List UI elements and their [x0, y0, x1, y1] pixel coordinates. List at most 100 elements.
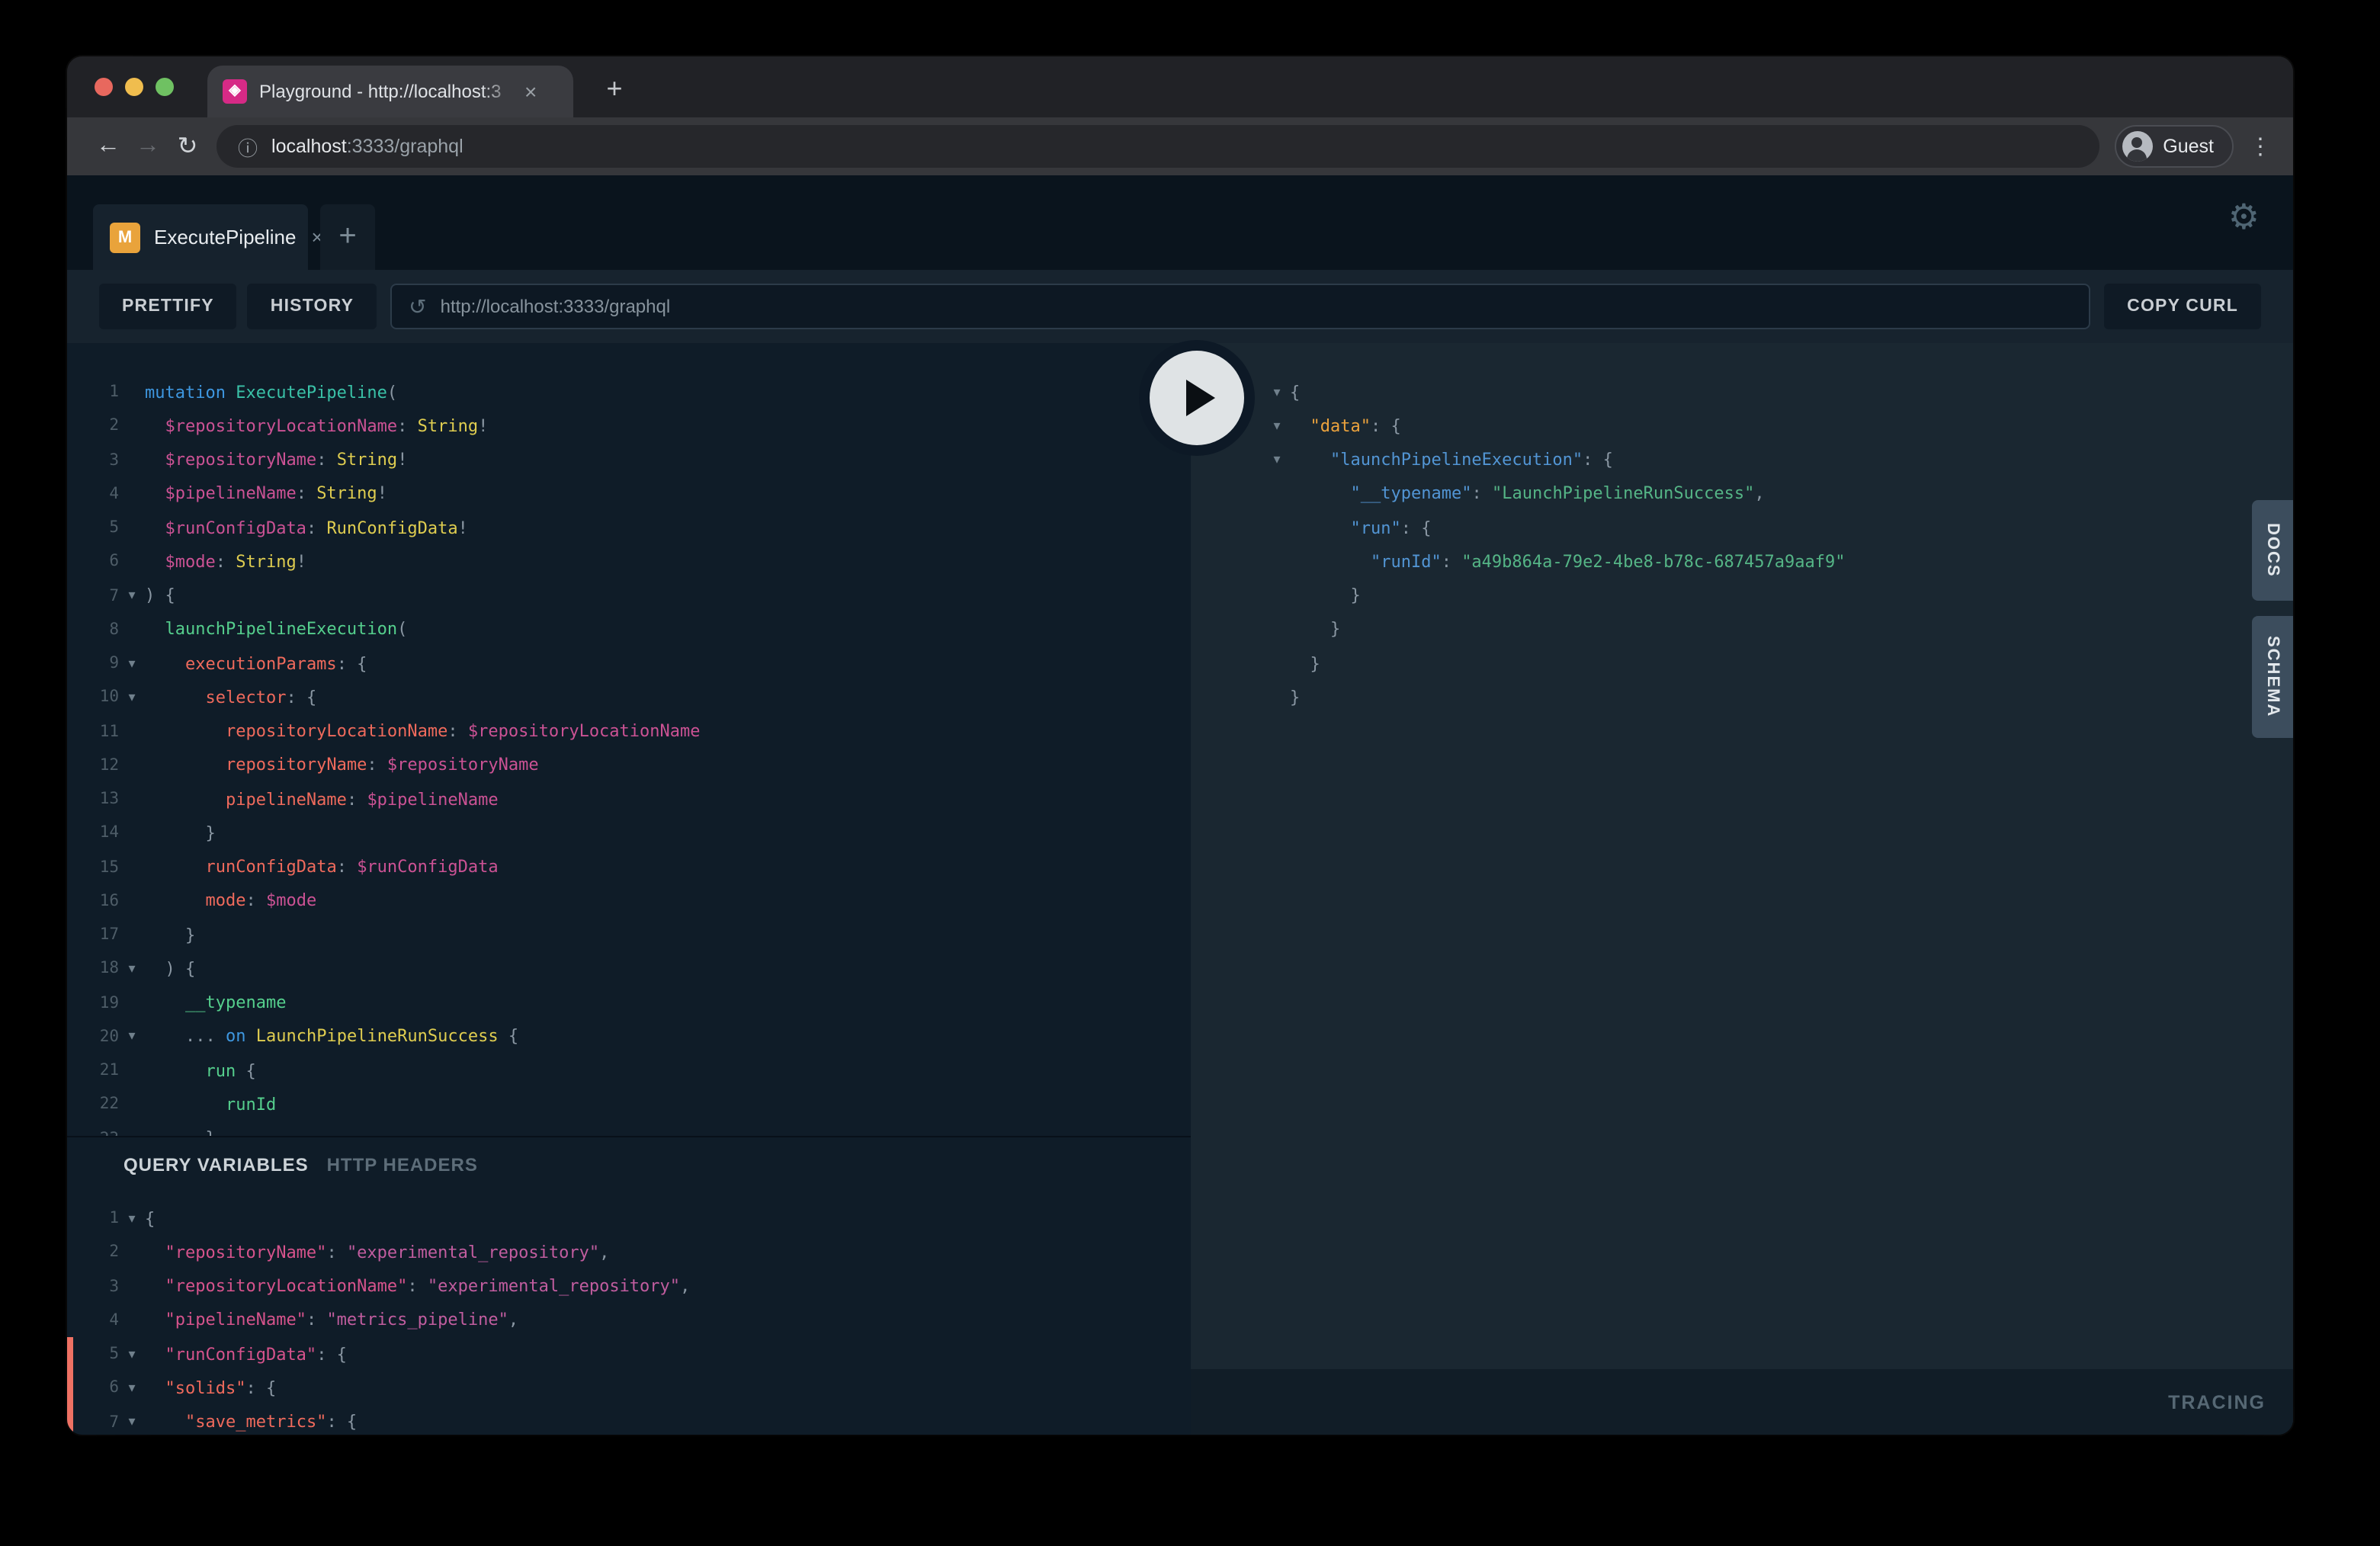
line-number: 5 — [73, 1345, 119, 1363]
gutter-spacer — [67, 1236, 73, 1270]
code-text: "runConfigData": { — [145, 1344, 347, 1364]
code-line: 5▾ "runConfigData": { — [67, 1337, 1191, 1371]
prettify-button[interactable]: PRETTIFY — [99, 284, 237, 329]
fold-toggle-icon[interactable]: ▾ — [119, 961, 145, 977]
line-number: 5 — [73, 518, 119, 537]
code-line: 1mutation ExecutePipeline( — [67, 375, 1191, 409]
code-line: 16 mode: $mode — [67, 884, 1191, 919]
gutter-spacer — [67, 1201, 73, 1236]
gutter-spacer — [67, 443, 73, 477]
gutter-spacer — [67, 511, 73, 545]
line-number: 3 — [73, 451, 119, 469]
code-text: "run": { — [1290, 518, 1432, 537]
address-url: localhost:3333/graphql — [271, 136, 463, 157]
execute-button[interactable] — [1150, 351, 1244, 445]
session-tab[interactable]: M ExecutePipeline × — [93, 204, 308, 270]
mutation-badge: M — [110, 222, 140, 252]
code-line: 19 __typename — [67, 986, 1191, 1020]
code-line: 11 repositoryLocationName: $repositoryLo… — [67, 714, 1191, 749]
line-number: 11 — [73, 722, 119, 740]
tab-http-headers[interactable]: HTTP HEADERS — [327, 1154, 478, 1176]
settings-gear-icon[interactable]: ⚙ — [2228, 197, 2260, 238]
code-line: } — [1264, 579, 2293, 613]
code-line: 9▾ executionParams: { — [67, 646, 1191, 681]
variables-editor[interactable]: 1▾{2 "repositoryName": "experimental_rep… — [67, 1192, 1191, 1435]
fold-toggle-icon[interactable]: ▾ — [119, 1346, 145, 1362]
fold-toggle-icon[interactable]: ▾ — [1264, 383, 1290, 400]
fold-toggle-icon[interactable]: ▾ — [119, 689, 145, 706]
endpoint-input[interactable]: ↺ http://localhost:3333/graphql — [390, 284, 2090, 329]
code-line: 8 launchPipelineExecution( — [67, 613, 1191, 647]
code-text: runId — [145, 1095, 276, 1115]
line-number: 20 — [73, 1028, 119, 1046]
close-tab-icon[interactable]: × — [524, 81, 537, 102]
code-text: } — [145, 925, 195, 945]
fold-toggle-icon[interactable]: ▾ — [119, 1028, 145, 1045]
fold-toggle-icon[interactable]: ▾ — [119, 1380, 145, 1397]
profile-button[interactable]: Guest — [2114, 125, 2234, 168]
docs-side-tab[interactable]: DOCS — [2252, 500, 2293, 601]
chrome-toolbar: ← → ↻ ⓘ localhost:3333/graphql Guest ⋮ — [67, 117, 2293, 175]
code-line: 14 } — [67, 816, 1191, 851]
address-bar[interactable]: ⓘ localhost:3333/graphql — [217, 125, 2099, 168]
history-button[interactable]: HISTORY — [248, 284, 377, 329]
fold-toggle-icon[interactable]: ▾ — [119, 1210, 145, 1227]
query-editor[interactable]: 1mutation ExecutePipeline(2 $repositoryL… — [67, 343, 1191, 1136]
back-icon[interactable]: ← — [88, 133, 128, 160]
response-viewer[interactable]: ▾{▾ "data": {▾ "launchPipelineExecution"… — [1191, 343, 2293, 1369]
playground-main: 1mutation ExecutePipeline(2 $repositoryL… — [67, 343, 2293, 1435]
browser-menu-icon[interactable]: ⋮ — [2249, 133, 2272, 160]
fold-toggle-icon[interactable]: ▾ — [119, 587, 145, 604]
tab-query-variables[interactable]: QUERY VARIABLES — [123, 1154, 309, 1176]
new-tab-button[interactable]: + — [595, 70, 634, 110]
fold-toggle-icon[interactable]: ▾ — [1264, 451, 1290, 468]
code-text: $runConfigData: RunConfigData! — [145, 518, 468, 537]
fold-toggle-icon[interactable]: ▾ — [119, 655, 145, 672]
code-text: $repositoryName: String! — [145, 450, 407, 470]
endpoint-reload-icon[interactable]: ↺ — [409, 293, 426, 319]
minimize-window-button[interactable] — [125, 78, 143, 96]
forward-icon[interactable]: → — [128, 133, 168, 160]
code-line: ▾{ — [1264, 375, 2293, 409]
code-line: 13 pipelineName: $pipelineName — [67, 782, 1191, 816]
fold-toggle-icon[interactable]: ▾ — [1264, 418, 1290, 435]
schema-side-tab[interactable]: SCHEMA — [2252, 616, 2293, 738]
profile-label: Guest — [2163, 136, 2214, 157]
gutter-spacer — [67, 1020, 73, 1054]
code-text: "pipelineName": "metrics_pipeline", — [145, 1310, 518, 1330]
gutter-spacer — [67, 1304, 73, 1338]
fold-toggle-icon[interactable]: ▾ — [119, 1413, 145, 1430]
reload-icon[interactable]: ↻ — [168, 131, 207, 162]
line-number: 17 — [73, 925, 119, 944]
code-line: 3 "repositoryLocationName": "experimenta… — [67, 1269, 1191, 1304]
code-line: 12 repositoryName: $repositoryName — [67, 749, 1191, 783]
variables-panel: QUERY VARIABLES HTTP HEADERS 1▾{2 "repos… — [67, 1136, 1191, 1435]
copy-curl-button[interactable]: COPY CURL — [2104, 284, 2261, 329]
line-number: 2 — [73, 417, 119, 435]
tracing-toggle[interactable]: TRACING — [2168, 1391, 2266, 1413]
line-number: 23 — [73, 1129, 119, 1136]
code-line: 6▾ "solids": { — [67, 1371, 1191, 1406]
browser-tab-title: Playground - http://localhost:3 — [259, 81, 515, 102]
site-info-icon[interactable]: ⓘ — [238, 132, 258, 161]
code-text: runConfigData: $runConfigData — [145, 857, 499, 877]
code-line: "run": { — [1264, 511, 2293, 545]
code-line: 7▾) { — [67, 579, 1191, 613]
close-window-button[interactable] — [95, 78, 113, 96]
session-tab-title: ExecutePipeline — [154, 226, 296, 249]
lint-marker — [67, 1337, 73, 1371]
code-text: } — [1290, 585, 1361, 605]
new-session-button[interactable]: + — [320, 204, 375, 270]
browser-tab[interactable]: ◈ Playground - http://localhost:3 × — [207, 66, 573, 117]
code-line: 22 runId — [67, 1088, 1191, 1122]
gutter-spacer — [67, 681, 73, 715]
code-line: 17 } — [67, 918, 1191, 952]
code-text: } — [1290, 653, 1320, 673]
code-line: 20▾ ... on LaunchPipelineRunSuccess { — [67, 1020, 1191, 1054]
graphql-favicon-icon: ◈ — [223, 79, 247, 104]
code-line: 4 "pipelineName": "metrics_pipeline", — [67, 1304, 1191, 1338]
code-text: mode: $mode — [145, 891, 316, 911]
code-text: "runId": "a49b864a-79e2-4be8-b78c-687457… — [1290, 552, 1846, 572]
zoom-window-button[interactable] — [156, 78, 174, 96]
code-text: "repositoryName": "experimental_reposito… — [145, 1243, 609, 1262]
